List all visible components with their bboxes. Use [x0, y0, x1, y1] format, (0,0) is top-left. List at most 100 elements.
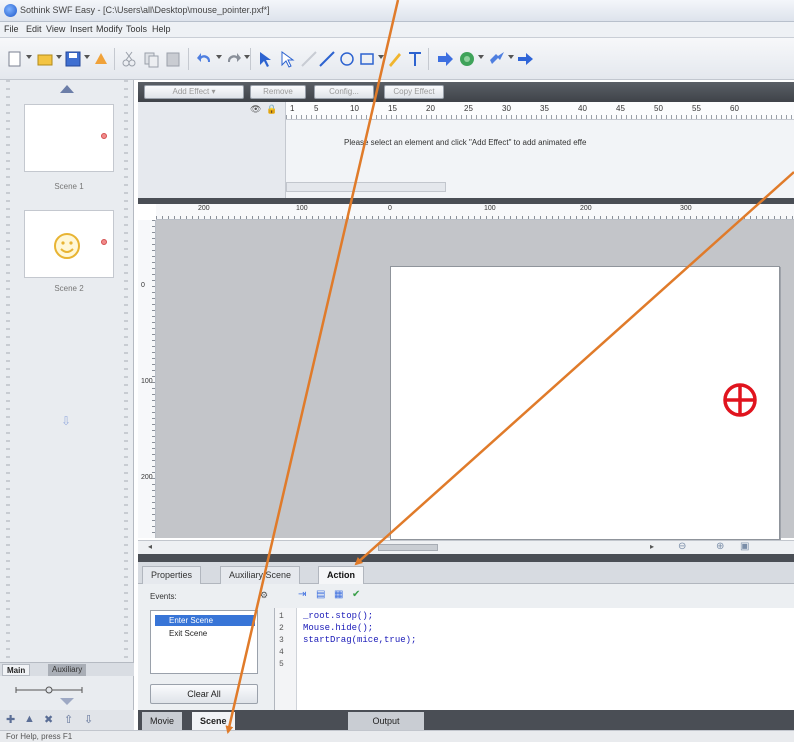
scene-actions-bar: ✚ ▲ ✖ ⇧ ⇩: [0, 710, 134, 730]
preview-dropdown-icon[interactable]: [478, 55, 484, 59]
oval-tool-icon[interactable]: [338, 50, 356, 68]
open-icon[interactable]: [36, 50, 54, 68]
effects-hint-text: Please select an element and click "Add …: [344, 138, 587, 147]
tab-movie[interactable]: Movie: [142, 712, 183, 730]
config-button[interactable]: Config...: [314, 85, 374, 99]
crosshair-cursor-icon[interactable]: [720, 380, 760, 420]
menu-view[interactable]: View: [46, 24, 65, 34]
tab-action[interactable]: Action: [318, 566, 364, 584]
text-tool-icon[interactable]: [406, 50, 424, 68]
dock-tabs: Movie Scene Output: [138, 710, 794, 730]
menu-file[interactable]: File: [4, 24, 19, 34]
copy-effect-button[interactable]: Copy Effect: [384, 85, 444, 99]
scroll-thumb[interactable]: [378, 544, 438, 551]
menu-bar: File Edit View Insert Modify Tools Help: [0, 22, 794, 38]
stage-scrollbar[interactable]: ◂ ▸ ⊖ ⊕ ▣: [138, 540, 794, 554]
fit-view-icon[interactable]: ▣: [740, 541, 749, 552]
code-editor[interactable]: 1 2 3 4 5 _root.stop(); Mouse.hide(); st…: [274, 608, 794, 710]
thumbnail-zoom-slider[interactable]: [14, 686, 84, 694]
export-dropdown-icon[interactable]: [508, 55, 514, 59]
tab-properties[interactable]: Properties: [142, 566, 202, 584]
shape-dropdown-icon[interactable]: [378, 55, 384, 59]
replace-icon[interactable]: ▦: [334, 589, 343, 600]
save-icon[interactable]: [64, 50, 82, 68]
delete-icon[interactable]: ✖: [44, 713, 53, 726]
zoom-out-icon[interactable]: ⊖: [678, 541, 686, 552]
menu-insert[interactable]: Insert: [70, 24, 93, 34]
scene-label-2: Scene 2: [54, 284, 84, 293]
scroll-left-icon[interactable]: ◂: [148, 542, 152, 551]
copy-icon[interactable]: [142, 50, 160, 68]
event-enter-scene[interactable]: Enter Scene: [155, 615, 255, 626]
play-icon[interactable]: [436, 50, 454, 68]
scene-label-1: Scene 1: [54, 182, 84, 191]
check-syntax-icon[interactable]: ✔: [352, 589, 360, 600]
curve-tool-icon[interactable]: [318, 50, 336, 68]
scene-panel: Scene 1 Scene 2 ⇩: [0, 80, 134, 710]
browser-preview-icon[interactable]: [458, 50, 476, 68]
status-bar: For Help, press F1: [0, 730, 794, 742]
effects-panel: 👁 🔒 1 5 10 15 20 25 30 35 40 45 50 55 60: [138, 102, 794, 198]
timeline-ruler: 1 5 10 15 20 25 30 35 40 45 50 55 60: [286, 102, 794, 120]
cut-icon[interactable]: [120, 50, 138, 68]
lock-icon[interactable]: 🔒: [266, 104, 277, 115]
tab-scene[interactable]: Scene: [192, 712, 235, 730]
scene-thumbnail-2[interactable]: [24, 210, 114, 278]
eye-icon[interactable]: 👁: [250, 104, 261, 115]
scroll-right-icon[interactable]: ▸: [650, 542, 654, 551]
code-line-3[interactable]: startDrag(mice,true);: [303, 635, 416, 645]
test-icon[interactable]: [516, 50, 534, 68]
line-tool-icon[interactable]: [300, 50, 318, 68]
move-down-icon[interactable]: ⇩: [84, 713, 93, 726]
tab-output[interactable]: Output: [348, 712, 424, 730]
properties-icon[interactable]: ▲: [24, 713, 35, 725]
clear-all-button[interactable]: Clear All: [150, 684, 258, 704]
effects-scrollbar[interactable]: [286, 182, 446, 192]
new-dropdown-icon[interactable]: [26, 55, 32, 59]
insert-code-icon[interactable]: ⇥: [298, 589, 306, 600]
add-scene-icon[interactable]: ⇩: [61, 415, 73, 427]
add-effect-button[interactable]: Add Effect ▾: [144, 85, 244, 99]
move-up-icon[interactable]: ⇧: [64, 713, 73, 726]
new-icon[interactable]: [6, 50, 24, 68]
menu-tools[interactable]: Tools: [126, 24, 147, 34]
scroll-down-icon[interactable]: [60, 698, 74, 705]
rectangle-tool-icon[interactable]: [358, 50, 376, 68]
events-label: Events:: [150, 592, 177, 601]
subselect-tool-icon[interactable]: [278, 50, 296, 68]
panel-splitter[interactable]: [138, 554, 794, 562]
status-text: For Help, press F1: [6, 732, 73, 741]
undo-icon[interactable]: [196, 50, 214, 68]
remove-button[interactable]: Remove: [250, 85, 306, 99]
tab-auxiliary[interactable]: Auxiliary: [48, 664, 87, 676]
code-line-1[interactable]: _root.stop();: [303, 611, 373, 621]
menu-modify[interactable]: Modify: [96, 24, 123, 34]
events-list: Enter Scene Exit Scene: [150, 610, 258, 674]
tab-auxiliary-scene[interactable]: Auxiliary Scene: [220, 566, 301, 584]
paste-icon[interactable]: [164, 50, 182, 68]
menu-edit[interactable]: Edit: [26, 24, 42, 34]
export-icon[interactable]: [488, 50, 506, 68]
window-title: Sothink SWF Easy - [C:\Users\all\Desktop…: [20, 5, 270, 15]
effects-layer-list: 👁 🔒: [138, 102, 286, 198]
zoom-in-icon[interactable]: ⊕: [716, 541, 724, 552]
app-logo-icon: [4, 4, 17, 17]
redo-icon[interactable]: [224, 50, 242, 68]
code-toolbar: ⇥ ▤ ▦ ✔: [296, 586, 794, 606]
save-dropdown-icon[interactable]: [84, 55, 90, 59]
undo-dropdown-icon[interactable]: [216, 55, 222, 59]
scene-thumbnail-1[interactable]: [24, 104, 114, 172]
select-tool-icon[interactable]: [256, 50, 274, 68]
tab-main[interactable]: Main: [2, 664, 31, 676]
event-exit-scene[interactable]: Exit Scene: [155, 628, 207, 639]
add-icon[interactable]: ✚: [6, 713, 15, 726]
property-tabs: Properties Auxiliary Scene Action: [138, 562, 794, 584]
code-line-2[interactable]: Mouse.hide();: [303, 623, 373, 633]
open-dropdown-icon[interactable]: [56, 55, 62, 59]
publish-icon[interactable]: [92, 50, 110, 68]
add-event-icon[interactable]: ⚙: [260, 590, 268, 601]
menu-help[interactable]: Help: [152, 24, 171, 34]
scroll-up-icon[interactable]: [60, 85, 74, 93]
pencil-tool-icon[interactable]: [386, 50, 404, 68]
find-icon[interactable]: ▤: [316, 589, 325, 600]
